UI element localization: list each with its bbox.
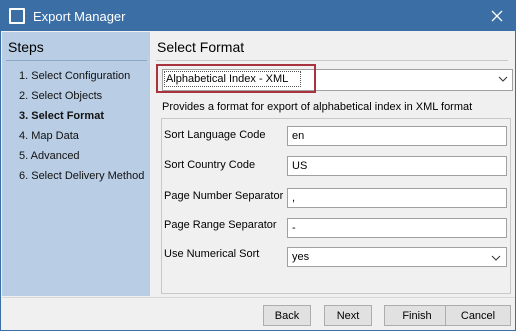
title-divider — [156, 60, 508, 61]
highlight-box — [156, 64, 316, 93]
close-button[interactable] — [485, 5, 509, 27]
chevron-down-icon — [491, 255, 501, 261]
finish-button[interactable]: Finish — [384, 305, 450, 326]
page-number-separator-label: Page Number Separator — [164, 190, 284, 202]
step-select-delivery-method[interactable]: 6. Select Delivery Method — [19, 170, 144, 182]
sort-country-code-label: Sort Country Code — [164, 159, 256, 171]
main-content: Select Format Alphabetical Index - XML P… — [152, 32, 515, 296]
step-select-objects[interactable]: 2. Select Objects — [19, 90, 102, 102]
close-icon — [491, 10, 503, 22]
step-select-format[interactable]: 3. Select Format — [19, 110, 104, 122]
page-range-separator-label: Page Range Separator — [164, 219, 277, 231]
next-button[interactable]: Next — [324, 305, 372, 326]
use-numerical-sort-label: Use Numerical Sort — [164, 248, 260, 260]
app-window-icon — [9, 8, 25, 24]
format-description: Provides a format for export of alphabet… — [162, 101, 473, 113]
format-properties-panel: Sort Language Code en Sort Country Code … — [161, 118, 511, 294]
steps-panel: Steps 1. Select Configuration 2. Select … — [2, 32, 150, 296]
use-numerical-sort-value: yes — [292, 251, 310, 263]
sort-language-code-field[interactable]: en — [287, 126, 507, 146]
title-bar[interactable]: Export Manager — [1, 1, 515, 31]
chevron-down-icon — [498, 76, 508, 82]
sort-language-code-label: Sort Language Code — [164, 129, 266, 141]
back-button[interactable]: Back — [263, 305, 311, 326]
step-advanced[interactable]: 5. Advanced — [19, 150, 80, 162]
export-manager-window: Export Manager Steps 1. Select Configura… — [0, 0, 516, 331]
page-range-separator-field[interactable]: - — [287, 218, 507, 238]
footer-divider — [2, 297, 515, 298]
step-map-data[interactable]: 4. Map Data — [19, 130, 79, 142]
cancel-button[interactable]: Cancel — [445, 305, 511, 326]
window-title: Export Manager — [33, 9, 126, 24]
use-numerical-sort-select[interactable]: yes — [287, 247, 507, 267]
page-number-separator-field[interactable]: , — [287, 188, 507, 208]
step-select-configuration[interactable]: 1. Select Configuration — [19, 70, 130, 82]
sort-country-code-field[interactable]: US — [287, 156, 507, 176]
steps-title: Steps — [8, 39, 44, 55]
page-title: Select Format — [157, 39, 245, 55]
steps-divider — [6, 60, 147, 61]
